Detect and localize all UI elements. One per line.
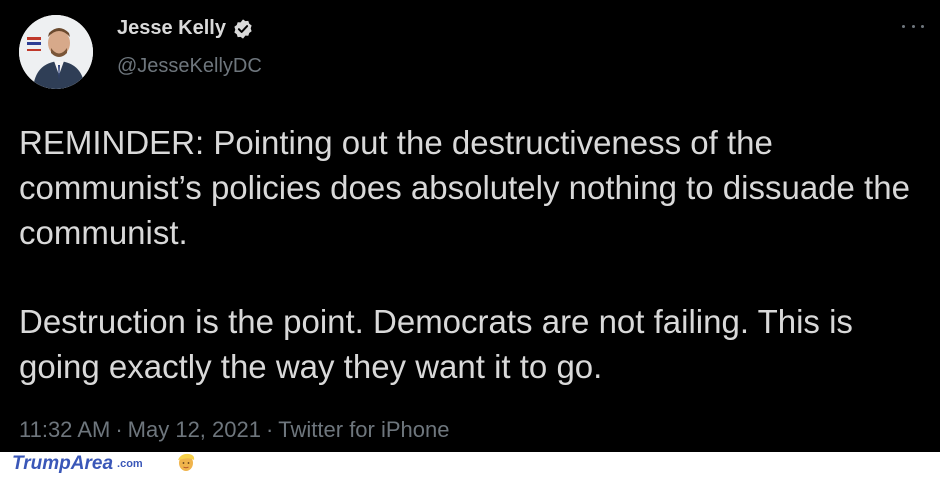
tweet-metadata: 11:32 AM · May 12, 2021 · Twitter for iP… [19, 417, 449, 443]
watermark: TrumpArea .com [12, 453, 197, 475]
meta-separator: · [115, 417, 123, 442]
tweet-date[interactable]: May 12, 2021 [128, 417, 261, 443]
tweet-card: Jesse Kelly @JesseKellyDC REMINDER: Poin… [0, 0, 940, 452]
meta-separator: · [265, 417, 274, 442]
tweet-paragraph: Destruction is the point. Democrats are … [19, 303, 853, 385]
tweet-text: REMINDER: Pointing out the destructivene… [19, 120, 919, 389]
trump-face-icon [175, 451, 197, 478]
more-options-icon[interactable] [902, 22, 924, 30]
watermark-suffix: .com [117, 458, 143, 470]
avatar-image [19, 15, 93, 89]
tweet-source[interactable]: Twitter for iPhone [278, 417, 449, 443]
author-avatar[interactable] [19, 15, 93, 89]
verified-badge-icon [232, 18, 254, 40]
author-handle[interactable]: @JesseKellyDC [117, 55, 262, 78]
author-name[interactable]: Jesse Kelly [117, 17, 254, 40]
tweet-paragraph: REMINDER: Pointing out the destructivene… [19, 124, 910, 251]
watermark-brand: TrumpArea [12, 453, 114, 474]
author-name-text: Jesse Kelly [117, 17, 226, 39]
tweet-time[interactable]: 11:32 AM [19, 417, 110, 443]
